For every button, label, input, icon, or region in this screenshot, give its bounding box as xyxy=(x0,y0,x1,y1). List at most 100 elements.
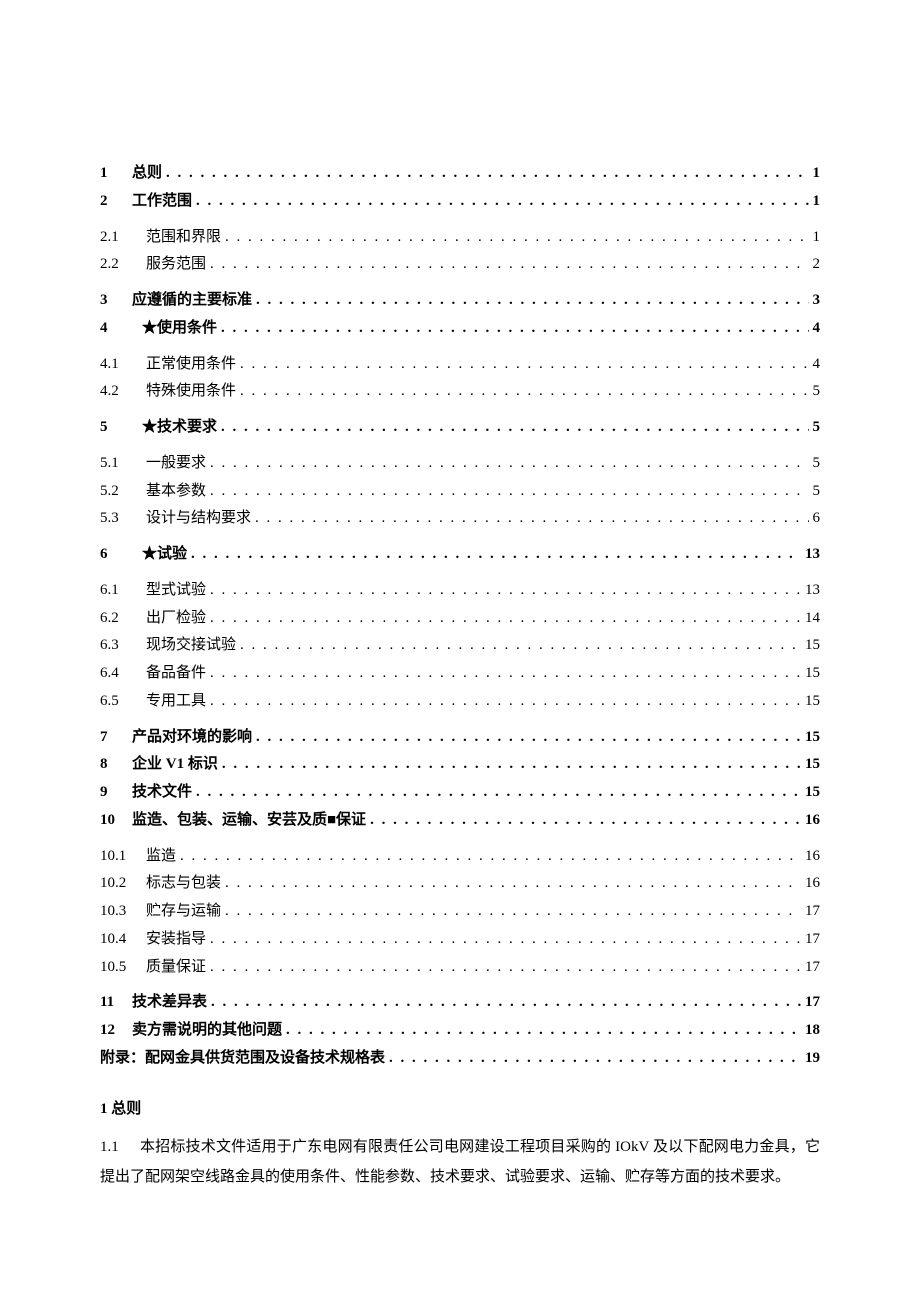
toc-entry-main: 5★技术要求5 xyxy=(100,414,820,442)
toc-leader-dots xyxy=(370,807,801,835)
toc-entry-number: 4 xyxy=(100,315,142,343)
toc-entry-page: 16 xyxy=(801,807,820,835)
toc-entry-title: 企业 V1 标识 xyxy=(132,751,222,779)
toc-entry-number: 2.2 xyxy=(100,251,146,279)
toc-entry-sub: 5.1一般要求 5 xyxy=(100,450,820,478)
toc-entry-main: 9技术文件 15 xyxy=(100,779,820,807)
toc-entry-title: 总则 xyxy=(132,160,166,188)
toc-entry-sub: 4.2特殊使用条件 5 xyxy=(100,378,820,406)
toc-entry-page: 15 xyxy=(801,688,820,716)
toc-entry-number: 10 xyxy=(100,807,132,835)
section-heading: 1 总则 xyxy=(100,1097,820,1118)
toc-entry-page: 2 xyxy=(809,251,821,279)
toc-entry-title: 型式试验 xyxy=(146,577,210,605)
toc-entry-number: 1 xyxy=(100,160,132,188)
toc-entry-title: 特殊使用条件 xyxy=(146,378,240,406)
toc-entry-main: 6★试验13 xyxy=(100,541,820,569)
toc-entry-sub: 2.2服务范围2 xyxy=(100,251,820,279)
toc-leader-dots xyxy=(222,751,801,779)
toc-leader-dots xyxy=(210,577,801,605)
toc-leader-dots xyxy=(191,541,801,569)
toc-entry-page: 17 xyxy=(801,989,820,1017)
toc-entry-page: 5 xyxy=(809,414,821,442)
toc-entry-title: 出厂检验 xyxy=(146,605,210,633)
toc-entry-title: 设计与结构要求 xyxy=(146,505,255,533)
toc-entry-page: 1 xyxy=(809,188,821,216)
toc-leader-dots xyxy=(225,224,808,252)
toc-entry-number: 5.1 xyxy=(100,450,146,478)
toc-entry-main: 3应遵循的主要标准3 xyxy=(100,287,820,315)
toc-entry-page: 5 xyxy=(809,378,821,406)
toc-entry-title: 备品备件 xyxy=(146,660,210,688)
toc-entry-main: 1总则1 xyxy=(100,160,820,188)
toc-leader-dots xyxy=(211,989,801,1017)
toc-entry-page: 15 xyxy=(801,779,820,807)
toc-leader-dots xyxy=(166,160,808,188)
toc-entry-title: 技术差异表 xyxy=(132,989,211,1017)
toc-leader-dots xyxy=(196,779,801,807)
toc-entry-page: 5 xyxy=(809,478,821,506)
toc-entry-main: 10监造、包装、运输、安芸及质■保证16 xyxy=(100,807,820,835)
toc-entry-title: 技术文件 xyxy=(132,779,196,807)
toc-entry-page: 16 xyxy=(801,843,820,871)
toc-entry-title: 范围和界限 xyxy=(146,224,225,252)
toc-leader-dots xyxy=(210,478,808,506)
toc-entry-page: 14 xyxy=(801,605,820,633)
toc-leader-dots xyxy=(180,843,801,871)
toc-entry-title: 一般要求 xyxy=(146,450,210,478)
toc-entry-main: 2工作范围1 xyxy=(100,188,820,216)
toc-entry-page: 1 xyxy=(809,224,821,252)
toc-entry-number: 6.1 xyxy=(100,577,146,605)
toc-leader-dots xyxy=(389,1045,801,1073)
toc-entry-number: 5.3 xyxy=(100,505,146,533)
toc-entry-main: 11技术差异表17 xyxy=(100,989,820,1017)
toc-entry-title: ★使用条件 xyxy=(142,315,221,343)
toc-entry-title: ★试验 xyxy=(142,541,191,569)
toc-leader-dots xyxy=(240,351,808,379)
toc-entry-page: 17 xyxy=(801,954,820,982)
heading-number: 1 xyxy=(100,1101,108,1117)
toc-entry-sub: 10.4安装指导17 xyxy=(100,926,820,954)
toc-entry-main: 12卖方需说明的其他问题 18 xyxy=(100,1017,820,1045)
toc-entry-title: 标志与包装 xyxy=(146,870,225,898)
toc-entry-sub: 6.1型式试验 13 xyxy=(100,577,820,605)
toc-entry-title: 卖方需说明的其他问题 xyxy=(132,1017,286,1045)
toc-entry-number: 4.2 xyxy=(100,378,146,406)
toc-leader-dots xyxy=(256,724,801,752)
toc-entry-page: 15 xyxy=(801,632,820,660)
toc-entry-number: 10.1 xyxy=(100,843,146,871)
toc-leader-dots xyxy=(225,898,801,926)
toc-entry-page: 18 xyxy=(801,1017,820,1045)
toc-entry-sub: 2.1范围和界限 1 xyxy=(100,224,820,252)
toc-leader-dots xyxy=(210,954,801,982)
toc-entry-page: 15 xyxy=(801,751,820,779)
toc-leader-dots xyxy=(210,660,801,688)
toc-entry-page: 4 xyxy=(809,351,821,379)
paragraph-number: 1.1 xyxy=(100,1132,136,1162)
toc-entry-title: 正常使用条件 xyxy=(146,351,240,379)
toc-entry-number: 10.3 xyxy=(100,898,146,926)
toc-entry-title: 质量保证 xyxy=(146,954,210,982)
toc-entry-number: 4.1 xyxy=(100,351,146,379)
toc-entry-number: 6 xyxy=(100,541,142,569)
heading-title: 总则 xyxy=(111,1101,141,1117)
toc-entry-sub: 6.3现场交接试验15 xyxy=(100,632,820,660)
toc-entry-number: 12 xyxy=(100,1017,132,1045)
toc-entry-number: 9 xyxy=(100,779,132,807)
toc-entry-number: 10.2 xyxy=(100,870,146,898)
toc-entry-number: 6.3 xyxy=(100,632,146,660)
toc-entry-number: 5.2 xyxy=(100,478,146,506)
toc-entry-number: 6.5 xyxy=(100,688,146,716)
toc-entry-title: 产品对环境的影响 xyxy=(132,724,256,752)
toc-leader-dots xyxy=(210,926,801,954)
toc-entry-title: ★技术要求 xyxy=(142,414,221,442)
toc-leader-dots xyxy=(255,505,808,533)
toc-entry-number: 2.1 xyxy=(100,224,146,252)
toc-entry-page: 13 xyxy=(801,577,820,605)
toc-entry-page: 16 xyxy=(801,870,820,898)
toc-leader-dots xyxy=(240,378,808,406)
toc-entry-page: 19 xyxy=(801,1045,820,1073)
toc-entry-page: 5 xyxy=(809,450,821,478)
toc-entry-sub: 10.1监造16 xyxy=(100,843,820,871)
toc-entry-title: 安装指导 xyxy=(146,926,210,954)
